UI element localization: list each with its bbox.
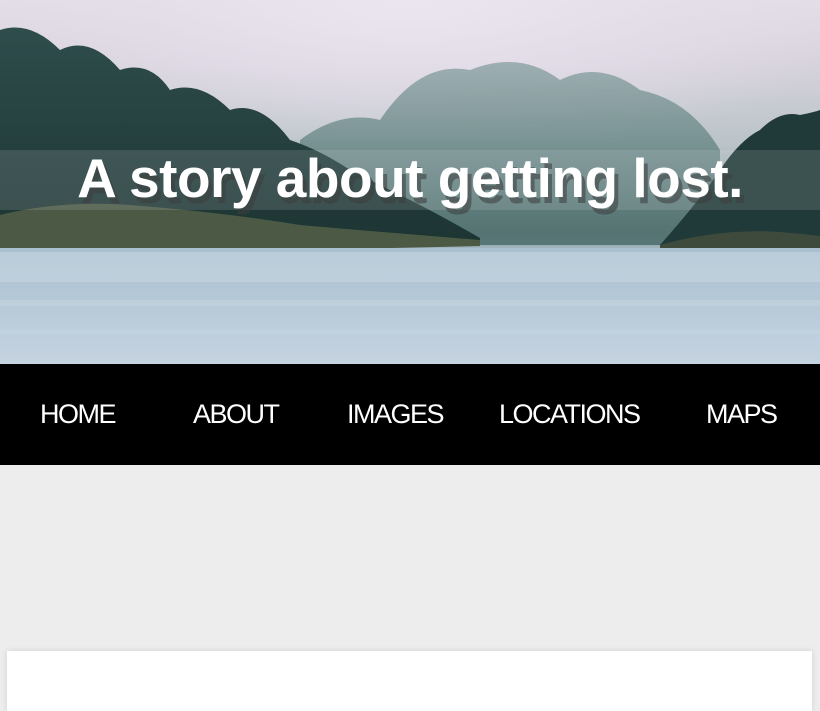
nav-item-home[interactable]: HOME [40,364,117,465]
content-card [7,651,812,711]
nav-item-about[interactable]: ABOUT [193,364,280,465]
nav-item-images[interactable]: IMAGES [347,364,445,465]
nav-item-locations[interactable]: LOCATIONS [499,364,641,465]
main-navigation: HOME ABOUT IMAGES LOCATIONS MAPS [0,364,820,465]
hero-banner: A story about getting lost. [0,0,820,364]
nav-item-maps[interactable]: MAPS [706,364,778,465]
hero-title: A story about getting lost. [77,147,743,209]
